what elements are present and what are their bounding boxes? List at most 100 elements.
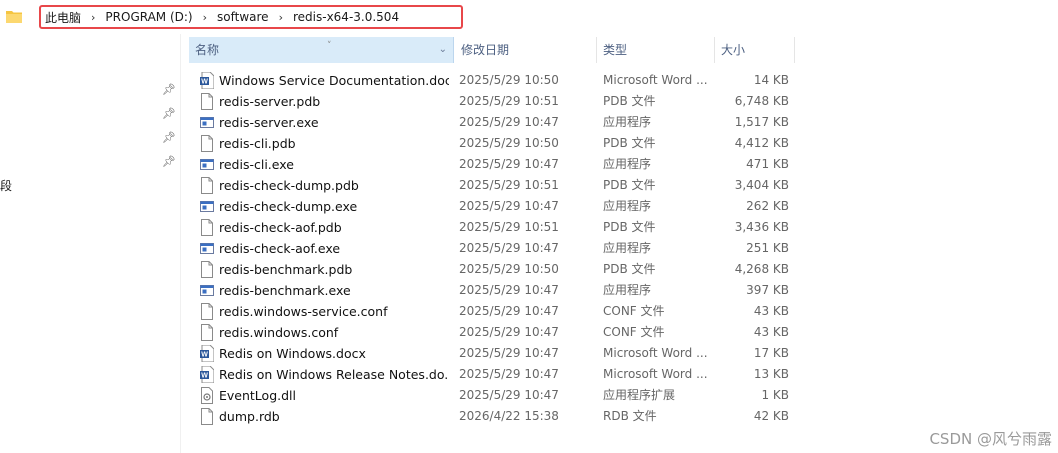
breadcrumb-current-folder[interactable]: redis-x64-3.0.504 [293,10,399,24]
file-size: 4,412 KB [734,136,789,150]
file-size: 1,517 KB [734,115,789,129]
file-type: 应用程序 [603,199,652,213]
file-name: EventLog.dll [219,388,296,403]
exe-icon [200,156,214,173]
chevron-right-icon[interactable]: › [203,11,207,24]
file-modified-date: 2025/5/29 10:47 [459,157,559,171]
file-size: 17 KB [753,346,789,360]
file-name: dump.rdb [219,409,280,424]
file-name: redis.windows-service.conf [219,304,388,319]
exe-icon [200,240,214,257]
file-type: Microsoft Word ... [603,346,708,360]
sort-descending-icon: ˅ [327,41,332,51]
nav-item-fragment[interactable]: 段 [0,177,12,194]
file-modified-date: 2025/5/29 10:50 [459,262,559,276]
file-type: CONF 文件 [603,304,665,318]
file-row[interactable]: redis-check-aof.exe 2025/5/29 10:47 应用程序 25… [181,238,1058,259]
file-size: 262 KB [746,199,789,213]
file-row[interactable]: W Windows Service Documentation.docx 2025/… [181,70,1058,91]
file-row[interactable]: EventLog.dll 2025/5/29 10:47 应用程序扩展 1 KB [181,385,1058,406]
column-header-name[interactable]: ˅ 名称 ⌄ [189,37,454,63]
file-icon [200,219,214,236]
word-doc-icon: W [200,365,215,384]
file-row[interactable]: redis-check-dump.pdb 2025/5/29 10:51 PDB 文… [181,175,1058,196]
pin-icon[interactable]: 📌︎ [162,131,176,144]
svg-text:W: W [201,373,208,380]
file-name: redis-cli.pdb [219,136,296,151]
breadcrumb[interactable]: 此电脑 › PROGRAM (D:) › software › redis-x6… [39,5,463,29]
file-size: 251 KB [746,241,789,255]
word-doc-icon: W [200,71,215,90]
breadcrumb-software[interactable]: software [217,10,269,24]
breadcrumb-this-pc[interactable]: 此电脑 [45,9,81,26]
column-header-type[interactable]: 类型 [597,37,715,63]
file-name: redis-benchmark.exe [219,283,351,298]
file-modified-date: 2025/5/29 10:51 [459,178,559,192]
breadcrumb-drive[interactable]: PROGRAM (D:) [105,10,192,24]
column-header-date[interactable]: 修改日期 [455,37,597,63]
chevron-down-icon[interactable]: ⌄ [439,37,447,63]
file-type: 应用程序扩展 [603,388,676,402]
file-type: 应用程序 [603,283,652,297]
file-row[interactable]: redis.windows-service.conf 2025/5/29 10:4… [181,301,1058,322]
file-modified-date: 2025/5/29 10:47 [459,325,559,339]
file-row[interactable]: redis-cli.exe 2025/5/29 10:47 应用程序 471 KB [181,154,1058,175]
file-modified-date: 2025/5/29 10:50 [459,136,559,150]
file-icon [200,303,214,320]
file-icon [200,324,214,341]
file-size: 4,268 KB [734,262,789,276]
file-modified-date: 2025/5/29 10:47 [459,388,559,402]
file-name: redis-server.pdb [219,94,321,109]
file-row[interactable]: dump.rdb 2026/4/22 15:38 RDB 文件 42 KB [181,406,1058,427]
file-modified-date: 2025/5/29 10:47 [459,283,559,297]
file-size: 397 KB [746,283,789,297]
file-modified-date: 2025/5/29 10:47 [459,304,559,318]
file-name: redis-check-aof.pdb [219,220,342,235]
file-row[interactable]: W Redis on Windows.docx 2025/5/29 10:47 Mic… [181,343,1058,364]
exe-icon [200,198,214,215]
file-row[interactable]: redis-server.exe 2025/5/29 10:47 应用程序 1,517… [181,112,1058,133]
file-row[interactable]: redis-check-aof.pdb 2025/5/29 10:51 PDB 文件… [181,217,1058,238]
exe-icon [200,114,214,131]
file-name: redis-server.exe [219,115,319,130]
file-type: Microsoft Word ... [603,367,708,381]
chevron-right-icon[interactable]: › [91,11,95,24]
file-modified-date: 2025/5/29 10:47 [459,346,559,360]
file-name: Redis on Windows.docx [219,346,366,361]
file-row[interactable]: redis-server.pdb 2025/5/29 10:51 PDB 文件 6,7… [181,91,1058,112]
file-modified-date: 2026/4/22 15:38 [459,409,559,423]
file-modified-date: 2025/5/29 10:47 [459,241,559,255]
file-row[interactable]: redis.windows.conf 2025/5/29 10:47 CONF 文件… [181,322,1058,343]
file-type: 应用程序 [603,241,652,255]
file-type: PDB 文件 [603,94,656,108]
file-size: 13 KB [753,367,789,381]
file-icon [200,408,214,425]
file-type: Microsoft Word ... [603,73,708,87]
file-type: 应用程序 [603,157,652,171]
file-row[interactable]: redis-benchmark.exe 2025/5/29 10:47 应用程序 39… [181,280,1058,301]
file-name: redis.windows.conf [219,325,339,340]
file-name: Redis on Windows Release Notes.do... [219,367,449,382]
file-row[interactable]: redis-benchmark.pdb 2025/5/29 10:50 PDB 文件… [181,259,1058,280]
file-name: redis-check-dump.pdb [219,178,359,193]
file-row[interactable]: redis-cli.pdb 2025/5/29 10:50 PDB 文件 4,412 … [181,133,1058,154]
chevron-right-icon[interactable]: › [279,11,283,24]
file-name: redis-benchmark.pdb [219,262,353,277]
file-size: 6,748 KB [734,94,789,108]
file-row[interactable]: W Redis on Windows Release Notes.do... 202… [181,364,1058,385]
file-size: 43 KB [753,304,789,318]
pin-icon[interactable]: 📌︎ [162,107,176,120]
file-type: RDB 文件 [603,409,657,423]
column-header-size[interactable]: 大小 [715,37,795,63]
pin-icon[interactable]: 📌︎ [162,83,176,96]
word-doc-icon: W [200,344,215,363]
file-size: 43 KB [753,325,789,339]
file-type: PDB 文件 [603,136,656,150]
dll-icon [200,387,214,404]
file-size: 42 KB [753,409,789,423]
file-type: PDB 文件 [603,262,656,276]
file-size: 14 KB [753,73,789,87]
pin-icon[interactable]: 📌︎ [162,155,176,168]
file-type: 应用程序 [603,115,652,129]
file-row[interactable]: redis-check-dump.exe 2025/5/29 10:47 应用程序 2… [181,196,1058,217]
